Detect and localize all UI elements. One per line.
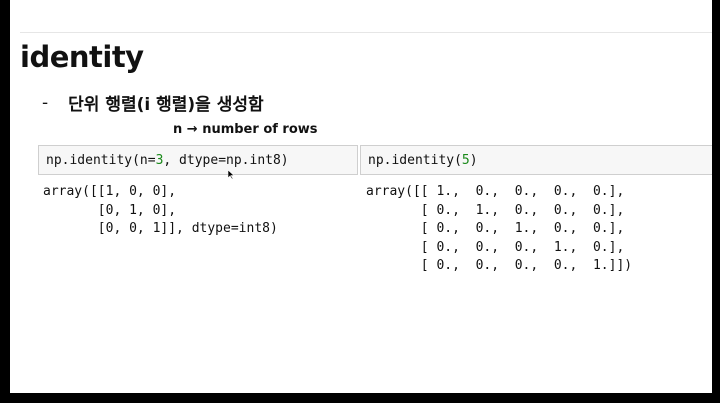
- code-input-1-number: 3: [155, 152, 164, 168]
- bullet-line: - 단위 행렬(i 행렬)을 생성함: [42, 90, 264, 116]
- bullet-dash: -: [42, 92, 49, 113]
- code-input-2-number: 5: [461, 152, 470, 168]
- bullet-text: 단위 행렬(i 행렬)을 생성함: [68, 95, 264, 115]
- code-input-cell-2[interactable]: np.identity(5): [360, 145, 712, 175]
- slide-canvas: identity - 단위 행렬(i 행렬)을 생성함 n → number o…: [10, 0, 712, 393]
- code-output-cell-1: array([[1, 0, 0], [0, 1, 0], [0, 0, 1]],…: [43, 184, 278, 237]
- code-input-2-prefix: np.identity(: [368, 152, 462, 168]
- code-input-2-suffix: ): [469, 152, 478, 168]
- slide-title: identity: [20, 40, 144, 74]
- code-input-1-suffix: , dtype=np.int8): [163, 152, 289, 168]
- code-input-cell-1[interactable]: np.identity(n= 3, dtype=np.int8): [38, 145, 358, 175]
- code-input-1-prefix: np.identity(n=: [46, 152, 156, 168]
- rows-note: n → number of rows: [173, 122, 318, 137]
- top-divider: [20, 32, 712, 33]
- code-output-cell-2: array([[ 1., 0., 0., 0., 0.], [ 0., 1., …: [366, 184, 633, 274]
- mouse-cursor-icon: [228, 170, 234, 179]
